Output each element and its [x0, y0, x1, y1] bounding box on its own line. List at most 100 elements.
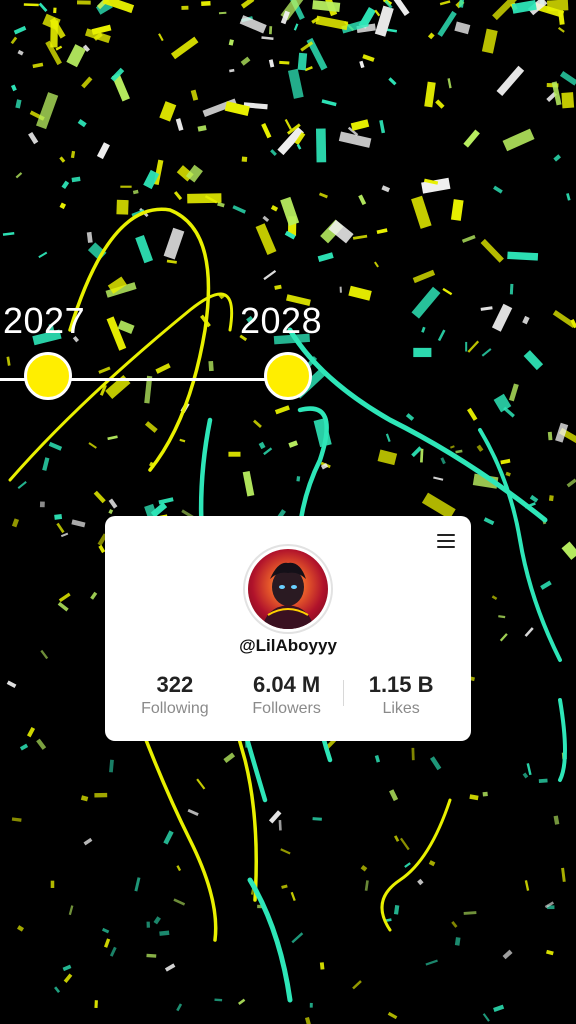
confetti-piece — [187, 808, 199, 817]
confetti-piece — [450, 445, 455, 449]
confetti-piece — [388, 77, 397, 86]
confetti-piece — [120, 185, 132, 188]
confetti-piece — [359, 60, 365, 69]
confetti-piece — [132, 189, 139, 195]
confetti-piece — [40, 649, 49, 660]
confetti-piece — [68, 905, 74, 916]
confetti-piece — [11, 817, 22, 822]
confetti-piece — [17, 49, 24, 56]
confetti-piece — [38, 2, 48, 12]
confetti-piece — [498, 615, 506, 619]
confetti-piece — [76, 0, 91, 5]
confetti-piece — [173, 898, 186, 906]
stat-divider — [343, 680, 345, 706]
confetti-piece — [56, 522, 65, 534]
confetti-piece — [278, 820, 282, 831]
confetti-piece — [263, 269, 277, 281]
confetti-piece — [90, 591, 98, 600]
confetti-piece — [290, 891, 296, 901]
stat-followers-label: Followers — [252, 700, 321, 717]
confetti-piece — [491, 595, 498, 601]
confetti-piece — [62, 964, 72, 972]
confetti-piece — [253, 419, 262, 428]
confetti-piece — [526, 763, 532, 776]
confetti-piece — [59, 202, 67, 210]
confetti-piece — [297, 52, 308, 71]
stat-following[interactable]: 322 Following — [120, 672, 230, 720]
confetti-piece — [428, 860, 436, 867]
confetti-piece — [296, 143, 302, 150]
confetti-piece — [270, 205, 279, 212]
confetti-piece — [217, 202, 225, 208]
confetti-piece — [427, 32, 435, 40]
confetti-piece — [187, 193, 222, 204]
confetti-piece — [10, 84, 17, 92]
confetti-piece — [412, 269, 436, 284]
confetti-piece — [424, 81, 436, 108]
confetti-piece — [393, 905, 400, 915]
confetti-piece — [439, 0, 451, 6]
confetti-piece — [239, 15, 267, 34]
confetti-piece — [454, 937, 461, 946]
confetti-piece — [59, 156, 66, 163]
confetti-piece — [61, 180, 70, 190]
confetti-piece — [159, 101, 177, 122]
avatar-ring[interactable] — [243, 544, 333, 634]
confetti-piece — [107, 435, 118, 441]
confetti-piece — [175, 118, 184, 131]
confetti-piece — [228, 451, 241, 457]
confetti-piece — [269, 26, 273, 35]
confetti-piece — [38, 251, 48, 259]
confetti-piece — [425, 959, 438, 966]
confetti-piece — [134, 877, 141, 892]
confetti-piece — [319, 962, 325, 970]
confetti-piece — [36, 92, 59, 130]
confetti-piece — [352, 980, 362, 990]
confetti-piece — [374, 9, 381, 17]
confetti-piece — [480, 238, 504, 263]
confetti-piece — [94, 792, 108, 798]
confetti-piece — [377, 449, 398, 466]
confetti-piece — [39, 501, 45, 508]
profile-stats: 322 Following 6.04 M Followers 1.15 B Li… — [105, 672, 471, 720]
confetti-piece — [461, 234, 476, 243]
stat-likes[interactable]: 1.15 B Likes — [346, 672, 456, 720]
confetti-piece — [566, 478, 576, 488]
confetti-piece — [53, 7, 57, 14]
confetti-piece — [17, 925, 25, 932]
confetti-piece — [376, 228, 388, 235]
confetti-piece — [566, 193, 571, 201]
confetti-piece — [463, 911, 477, 915]
confetti-piece — [386, 28, 398, 33]
confetti-piece — [360, 865, 368, 872]
confetti-piece — [108, 498, 118, 509]
confetti-piece — [482, 1013, 490, 1022]
confetti-piece — [146, 953, 157, 958]
confetti-piece — [176, 1003, 183, 1012]
confetti-piece — [374, 261, 379, 268]
confetti-piece — [546, 949, 554, 956]
confetti-piece — [548, 495, 554, 502]
hamburger-menu-icon[interactable] — [437, 534, 455, 548]
stat-followers[interactable]: 6.04 M Followers — [232, 672, 342, 720]
confetti-piece — [483, 517, 495, 526]
confetti-piece — [163, 227, 185, 260]
confetti-piece — [13, 25, 27, 35]
avatar[interactable] — [248, 549, 328, 629]
confetti-piece — [538, 778, 548, 784]
confetti-piece — [496, 65, 525, 96]
confetti-piece — [389, 789, 399, 802]
confetti-piece — [83, 837, 93, 846]
confetti-piece — [493, 185, 503, 194]
confetti-piece — [71, 176, 81, 183]
confetti-piece — [502, 949, 513, 960]
confetti-piece — [163, 830, 174, 845]
stat-following-value: 322 — [156, 672, 194, 697]
confetti-piece — [281, 884, 288, 889]
streamer — [558, 698, 567, 782]
confetti-piece — [241, 156, 248, 162]
profile-username[interactable]: @LilAboyyy — [105, 636, 471, 656]
confetti-piece — [447, 78, 452, 89]
stat-likes-label: Likes — [382, 700, 420, 717]
confetti-piece — [500, 458, 511, 465]
